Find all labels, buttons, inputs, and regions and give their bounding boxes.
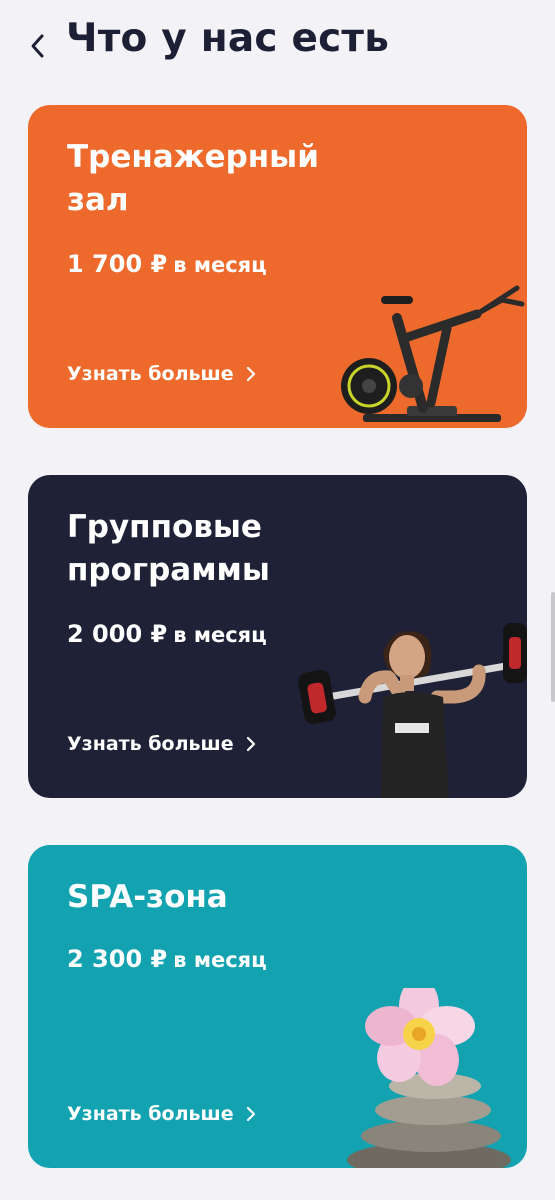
chevron-left-icon (31, 34, 44, 58)
price-unit: в месяц (173, 253, 267, 277)
exercise-bike-icon (341, 285, 525, 422)
chevron-right-icon (246, 736, 255, 752)
price-value: 2 300 ₽ (67, 945, 168, 973)
card-title-line: SPA-зона (67, 879, 228, 915)
learn-more-label: Узнать больше (67, 1103, 234, 1125)
spa-stones-flower-icon (347, 988, 511, 1168)
price-value: 2 000 ₽ (67, 620, 168, 648)
learn-more-label: Узнать больше (67, 363, 234, 385)
chevron-right-icon (246, 366, 255, 382)
card-title: Тренажерный зал (67, 136, 319, 222)
learn-more-label: Узнать больше (67, 733, 234, 755)
card-spa[interactable]: SPA-зона 2 300 ₽ в месяц Узнать больше (28, 845, 527, 1168)
learn-more-link[interactable]: Узнать больше (67, 363, 256, 385)
price-value: 1 700 ₽ (67, 250, 168, 278)
chevron-right-icon (246, 1106, 255, 1122)
woman-barbell-icon (298, 623, 527, 798)
card-group-programs[interactable]: Групповые программы 2 000 ₽ в месяц Узнат… (28, 475, 527, 798)
page-title: Что у нас есть (66, 16, 390, 61)
learn-more-link[interactable]: Узнать больше (67, 733, 256, 755)
card-title-line: Групповые (67, 509, 262, 545)
card-price: 1 700 ₽ в месяц (67, 250, 267, 278)
price-unit: в месяц (173, 623, 267, 647)
price-unit: в месяц (173, 948, 267, 972)
header: Что у нас есть (0, 0, 555, 90)
card-title-line: зал (67, 182, 129, 218)
learn-more-link[interactable]: Узнать больше (67, 1103, 256, 1125)
card-title-line: Тренажерный (67, 139, 319, 175)
card-title: Групповые программы (67, 506, 270, 592)
card-title: SPA-зона (67, 876, 228, 919)
card-price: 2 300 ₽ в месяц (67, 945, 267, 973)
scrollbar[interactable] (551, 592, 555, 702)
card-gym[interactable]: Тренажерный зал 1 700 ₽ в месяц Узнать бо… (28, 105, 527, 428)
card-title-line: программы (67, 552, 270, 588)
card-price: 2 000 ₽ в месяц (67, 620, 267, 648)
back-button[interactable] (22, 28, 54, 64)
